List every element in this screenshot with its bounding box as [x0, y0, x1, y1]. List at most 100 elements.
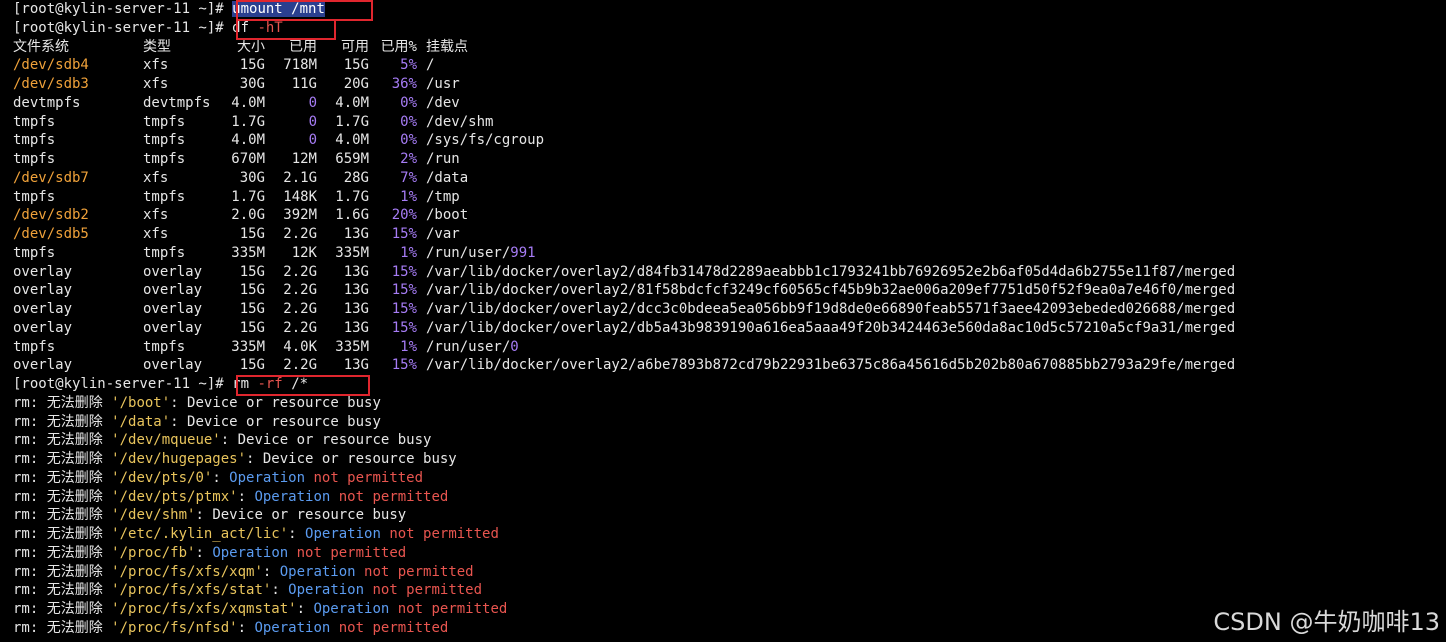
- df-cell-size: 4.0M: [231, 132, 265, 149]
- df-cell-used: 2.2G: [283, 319, 317, 336]
- df-cell-available: 335M: [335, 338, 369, 355]
- shell-prompt: [root@kylin-server-11 ~]#: [13, 1, 233, 17]
- rm-error-prefix: rm: 无法删除: [13, 582, 112, 599]
- header-used: 已用: [289, 38, 317, 55]
- df-row: overlay overlay 15G 2.2G 13G 15% /var/lib/dock…: [13, 356, 1446, 375]
- rm-error-path: '/proc/fs/xfs/xqmstat': [111, 601, 297, 617]
- df-cell-use-percent: 7%: [400, 169, 417, 186]
- df-cell-available: 13G: [343, 226, 369, 242]
- rm-error-line: rm: 无法删除 '/proc/fs/xfs/stat': Operation …: [13, 581, 1446, 600]
- rm-error-message: Operation not permitted: [288, 582, 483, 599]
- df-cell-size: 670M: [231, 151, 265, 167]
- rm-error-line: rm: 无法删除 '/dev/pts/ptmx': Operation not …: [13, 488, 1446, 507]
- rm-error-prefix: rm: 无法删除: [13, 563, 112, 580]
- rm-error-separator: :: [237, 488, 255, 505]
- df-cell-mounted-on: /data: [426, 169, 469, 186]
- df-cell-use-percent: 1%: [400, 244, 417, 261]
- rm-error-path: '/dev/shm': [111, 507, 196, 524]
- df-cell-used: 0: [308, 113, 317, 130]
- df-cell-filesystem: tmpfs: [13, 132, 56, 149]
- df-cell-use-percent: 0%: [400, 132, 417, 149]
- df-cell-used: 2.2G: [283, 301, 317, 317]
- df-cell-size: 15G: [239, 319, 265, 336]
- df-cell-mounted-on: /var/lib/docker/overlay2/d84fb31478d2289…: [426, 263, 1236, 280]
- df-cell-mounted-on: /var/lib/docker/overlay2/db5a43b9839190a…: [426, 319, 1236, 336]
- header-mounted-on: 挂载点: [426, 38, 468, 55]
- df-row: tmpfs tmpfs 1.7G 148K 1.7G 1% /tmp: [13, 188, 1446, 207]
- df-cell-used: 0: [308, 94, 317, 111]
- df-cell-use-percent: 0%: [400, 113, 417, 130]
- df-header-row: 文件系统 类型 大小 已用 可用 已用% 挂载点: [13, 38, 1446, 57]
- rm-error-separator: :: [195, 544, 213, 561]
- rm-error-line: rm: 无法删除 '/dev/shm': Device or resource …: [13, 506, 1446, 525]
- rm-command: rm: [232, 376, 250, 392]
- df-cell-type: tmpfs: [143, 113, 186, 130]
- df-row: /dev/sdb4 xfs 15G 718M 15G 5% /: [13, 56, 1446, 75]
- df-cell-size: 15G: [239, 357, 265, 374]
- df-row: /dev/sdb5 xfs 15G 2.2G 13G 15% /var: [13, 225, 1446, 244]
- rm-error-prefix: rm: 无法删除: [13, 526, 112, 542]
- header-filesystem: 文件系统: [13, 38, 69, 55]
- rm-error-line: rm: 无法删除 '/proc/fb': Operation not permi…: [13, 544, 1446, 563]
- df-cell-type: xfs: [143, 57, 169, 74]
- rm-error-message: Operation not permitted: [279, 563, 474, 580]
- header-size: 大小: [237, 38, 265, 55]
- csdn-watermark: CSDN @牛奶咖啡13: [1213, 608, 1440, 637]
- df-row: overlay overlay 15G 2.2G 13G 15% /var/lib/dock…: [13, 300, 1446, 319]
- df-cell-mounted-on: /tmp: [426, 188, 460, 205]
- rm-error-path: '/etc/.kylin_act/lic': [111, 526, 289, 542]
- df-cell-type: devtmpfs: [143, 94, 211, 111]
- terminal-window[interactable]: [root@kylin-server-11 ~]# umount /mnt [r…: [0, 0, 1446, 642]
- header-type: 类型: [143, 38, 171, 55]
- df-cell-type: xfs: [143, 207, 169, 224]
- rm-error-path: '/dev/pts/0': [111, 469, 213, 486]
- rm-error-path: '/proc/fs/xfs/stat': [111, 582, 272, 599]
- df-cell-used: 392M: [283, 207, 317, 224]
- rm-error-message: Device or resource busy: [237, 432, 432, 449]
- df-cell-size: 4.0M: [231, 94, 265, 111]
- rm-error-separator: :: [195, 507, 213, 524]
- header-available: 可用: [341, 38, 369, 55]
- df-cell-used: 2.2G: [283, 357, 317, 374]
- rm-error-prefix: rm: 无法删除: [13, 432, 112, 449]
- df-cell-type: xfs: [143, 76, 169, 92]
- rm-error-separator: :: [246, 451, 263, 467]
- header-use-percent: 已用%: [380, 38, 417, 55]
- df-cell-use-percent: 1%: [400, 338, 417, 355]
- rm-error-message: Device or resource busy: [262, 451, 457, 467]
- df-row: overlay overlay 15G 2.2G 13G 15% /var/lib/dock…: [13, 319, 1446, 338]
- df-cell-filesystem: /dev/sdb4: [13, 57, 89, 74]
- df-cell-mounted-on: /run/user/0: [426, 338, 519, 355]
- rm-error-message: Operation not permitted: [305, 526, 499, 542]
- rm-error-prefix: rm: 无法删除: [13, 413, 112, 430]
- rm-error-line: rm: 无法删除 '/dev/hugepages': Device or res…: [13, 450, 1446, 469]
- df-cell-filesystem: /dev/sdb7: [13, 169, 89, 186]
- df-cell-type: overlay: [143, 263, 203, 280]
- rm-error-message: Operation not permitted: [254, 488, 449, 505]
- df-cell-use-percent: 1%: [400, 188, 417, 205]
- prompt-line-umount: [root@kylin-server-11 ~]# umount /mnt: [13, 0, 1446, 19]
- df-row: devtmpfs devtmpfs 4.0M 0 4.0M 0% /dev: [13, 94, 1446, 113]
- rm-error-prefix: rm: 无法删除: [13, 544, 112, 561]
- rm-error-separator: :: [237, 619, 255, 636]
- rm-error-prefix: rm: 无法删除: [13, 601, 112, 617]
- df-cell-available: 13G: [343, 282, 369, 299]
- df-cell-type: overlay: [143, 319, 203, 336]
- df-cell-mounted-on: /run/user/991: [426, 244, 536, 261]
- df-cell-mounted-on: /var/lib/docker/overlay2/81f58bdcfcf3249…: [426, 282, 1236, 299]
- df-cell-filesystem: tmpfs: [13, 244, 56, 261]
- df-cell-size: 15G: [239, 301, 265, 317]
- df-cell-use-percent: 15%: [391, 263, 417, 280]
- df-cell-filesystem: overlay: [13, 282, 73, 299]
- df-cell-type: tmpfs: [143, 338, 186, 355]
- rm-error-line: rm: 无法删除 '/boot': Device or resource bus…: [13, 394, 1446, 413]
- rm-error-message: Operation not permitted: [254, 619, 449, 636]
- df-cell-filesystem: tmpfs: [13, 151, 56, 167]
- rm-error-message: Operation not permitted: [229, 469, 424, 486]
- rm-error-separator: :: [170, 394, 188, 411]
- df-cell-available: 13G: [343, 319, 369, 336]
- rm-error-separator: :: [220, 432, 238, 449]
- df-row: tmpfs tmpfs 1.7G 0 1.7G 0% /dev/shm: [13, 113, 1446, 132]
- rm-error-prefix: rm: 无法删除: [13, 507, 112, 524]
- df-cell-mounted-on: /var: [426, 226, 460, 242]
